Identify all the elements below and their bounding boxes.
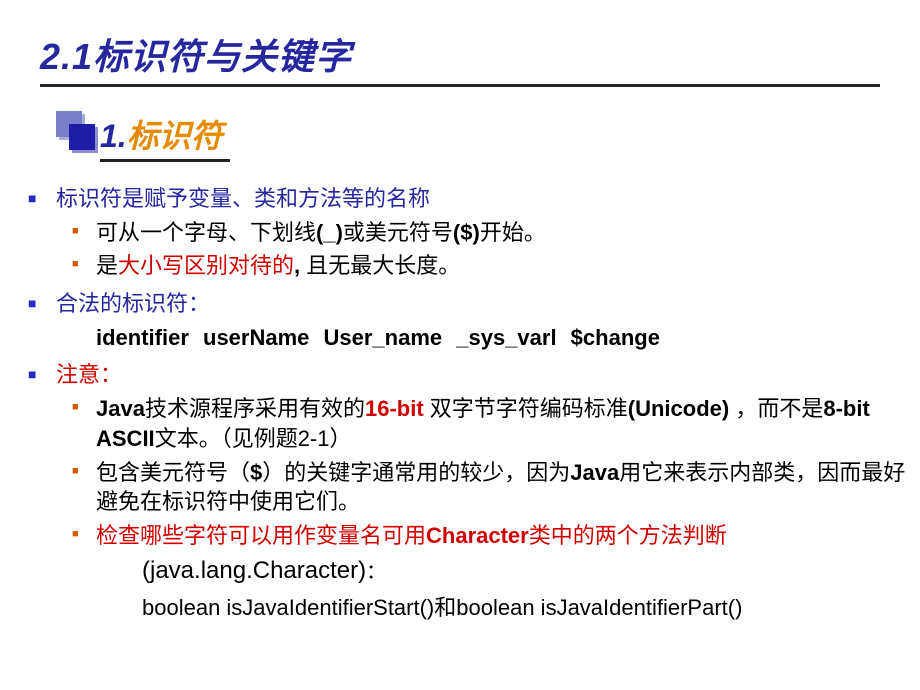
heading-underline <box>40 84 880 87</box>
b3-line2: boolean isJavaIdentifierStart()和boolean … <box>56 593 920 623</box>
slide-content: 标识符是赋予变量、类和方法等的名称 可从一个字母、下划线(_)或美元符号($)开… <box>20 184 920 623</box>
sub-num: 1. <box>100 118 127 154</box>
b3-line1: (java.lang.Character)： <box>56 555 920 587</box>
sub-underline <box>100 159 230 162</box>
identifier-examples: identifier userName User_name _sys_varl … <box>56 323 920 353</box>
b3-sub2: 包含美元符号（$）的关键字通常用的较少，因为Java用它来表示内部类，因而最好避… <box>56 458 920 517</box>
b1-title: 标识符是赋予变量、类和方法等的名称 <box>56 186 430 211</box>
subsection-heading: 1.标识符 <box>100 111 920 162</box>
bullet-1: 标识符是赋予变量、类和方法等的名称 可从一个字母、下划线(_)或美元符号($)开… <box>20 184 920 281</box>
heading-title: 2.1标识符与关键字 <box>40 28 920 80</box>
b2-title: 合法的标识符： <box>56 291 210 316</box>
bullet-2: 合法的标识符： identifier userName User_name _s… <box>20 289 920 352</box>
b3-title: 注意： <box>56 362 122 387</box>
sub-title: 1.标识符 <box>100 111 920 157</box>
b1-sub1: 可从一个字母、下划线(_)或美元符号($)开始。 <box>56 218 920 248</box>
cube-icon <box>56 111 82 137</box>
section-heading: 2.1标识符与关键字 <box>0 0 920 87</box>
b3-sub3: 检查哪些字符可以用作变量名可用Character类中的两个方法判断 <box>56 521 920 551</box>
sub-text: 标识符 <box>127 118 223 154</box>
b1-sub2: 是大小写区别对待的, 且无最大长度。 <box>56 251 920 281</box>
b3-sub1: Java技术源程序采用有效的16-bit 双字节字符编码标准(Unicode) … <box>56 394 920 453</box>
bullet-3: 注意： Java技术源程序采用有效的16-bit 双字节字符编码标准(Unico… <box>20 360 920 622</box>
